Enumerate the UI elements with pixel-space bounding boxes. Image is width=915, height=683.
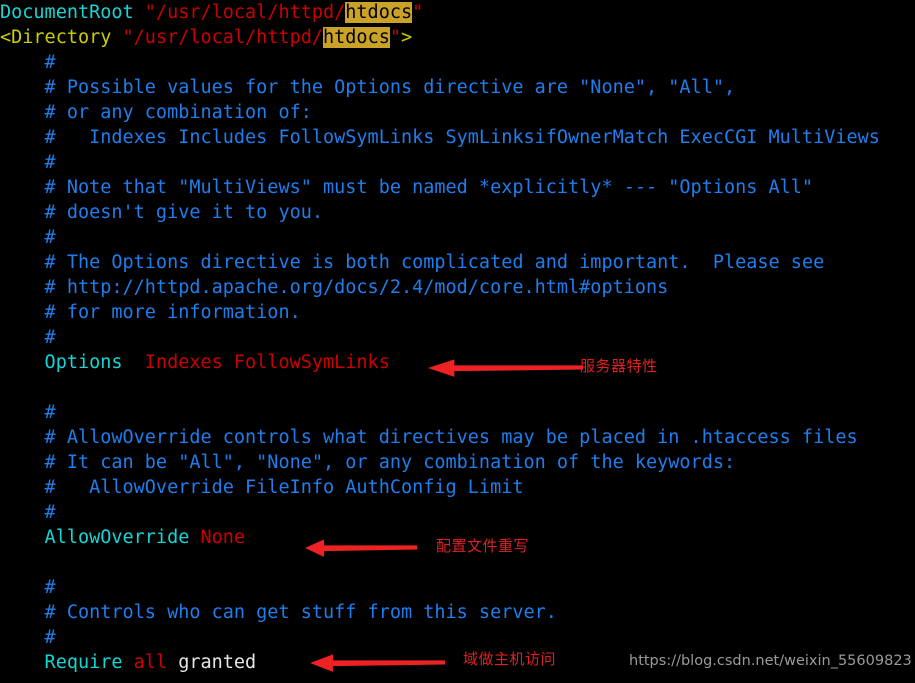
code-token: # http://httpd.apache.org/docs/2.4/mod/c… <box>0 277 669 298</box>
code-token: # Controls who can get stuff from this s… <box>0 602 557 623</box>
code-token: # AllowOverride controls what directives… <box>0 427 858 448</box>
code-line: # doesn't give it to you. <box>0 200 915 225</box>
code-token: # <box>0 327 56 348</box>
code-line: # Note that "MultiViews" must be named *… <box>0 175 915 200</box>
config-file-text[interactable]: DocumentRoot "/usr/local/httpd/htdocs" <D… <box>0 0 915 683</box>
code-token: # doesn't give it to you. <box>0 202 324 223</box>
code-token: # Note that "MultiViews" must be named *… <box>0 177 814 198</box>
code-token: DocumentRoot <box>0 2 145 23</box>
code-line: # for more information. <box>0 300 915 325</box>
annotation-label: 配置文件重写 <box>436 537 530 555</box>
watermark-url: https://blog.csdn.net/weixin_55609823 <box>629 653 912 669</box>
code-token: # Possible values for the Options direct… <box>0 77 736 98</box>
code-line: # The Options directive is both complica… <box>0 250 915 275</box>
code-line: # http://httpd.apache.org/docs/2.4/mod/c… <box>0 275 915 300</box>
code-line: # It can be "All", "None", or any combin… <box>0 450 915 475</box>
code-token[interactable]: htdocs <box>345 2 413 23</box>
code-token: # Indexes Includes FollowSymLinks SymLin… <box>0 127 880 148</box>
code-token: # <box>0 627 56 648</box>
code-token: # AllowOverride FileInfo AuthConfig Limi… <box>0 477 524 498</box>
code-line: # <box>0 400 915 425</box>
code-token: "/usr/local/httpd/ <box>144 2 346 23</box>
code-token: > <box>400 27 413 48</box>
code-line: # <box>0 50 915 75</box>
code-line: # or any combination of: <box>0 100 915 125</box>
code-line: # <box>0 500 915 525</box>
code-token: # <box>0 227 56 248</box>
code-token: # <box>0 402 56 423</box>
code-line: # Controls who can get stuff from this s… <box>0 600 915 625</box>
code-line: # Indexes Includes FollowSymLinks SymLin… <box>0 125 915 150</box>
code-token: granted <box>178 652 257 673</box>
code-line: # AllowOverride controls what directives… <box>0 425 915 450</box>
code-line: # Possible values for the Options direct… <box>0 75 915 100</box>
code-token: all <box>133 652 179 673</box>
code-token: Options <box>0 352 134 373</box>
code-line: Options Indexes FollowSymLinks <box>0 350 915 375</box>
code-line: # <box>0 150 915 175</box>
code-token: <Directory <box>0 27 123 48</box>
code-token: # for more information. <box>0 302 301 323</box>
code-token: # <box>0 502 56 523</box>
code-token: # <box>0 152 56 173</box>
code-token: # or any combination of: <box>0 102 312 123</box>
code-line: # <box>0 575 915 600</box>
code-token: Indexes FollowSymLinks <box>133 352 390 373</box>
code-line: # <box>0 225 915 250</box>
code-token: "/usr/local/httpd/ <box>122 27 324 48</box>
code-token: " <box>412 2 424 23</box>
annotation-label: 域做主机访问 <box>463 650 557 668</box>
code-line: # AllowOverride FileInfo AuthConfig Limi… <box>0 475 915 500</box>
code-token: Require <box>0 652 134 673</box>
code-line: # <box>0 325 915 350</box>
code-token[interactable]: htdocs <box>323 27 390 48</box>
code-token: AllowOverride <box>0 527 201 548</box>
code-token: " <box>389 27 401 48</box>
code-token: # <box>0 52 56 73</box>
code-token: # The Options directive is both complica… <box>0 252 825 273</box>
terminal-screen: DocumentRoot "/usr/local/httpd/htdocs" <D… <box>0 0 915 683</box>
code-line: <Directory "/usr/local/httpd/htdocs"> <box>0 25 915 50</box>
code-token: # It can be "All", "None", or any combin… <box>0 452 736 473</box>
code-line: DocumentRoot "/usr/local/httpd/htdocs" <box>0 0 915 25</box>
code-token: None <box>200 527 246 548</box>
annotation-label: 服务器特性 <box>580 357 658 375</box>
code-line: # <box>0 625 915 650</box>
code-token: # <box>0 577 56 598</box>
